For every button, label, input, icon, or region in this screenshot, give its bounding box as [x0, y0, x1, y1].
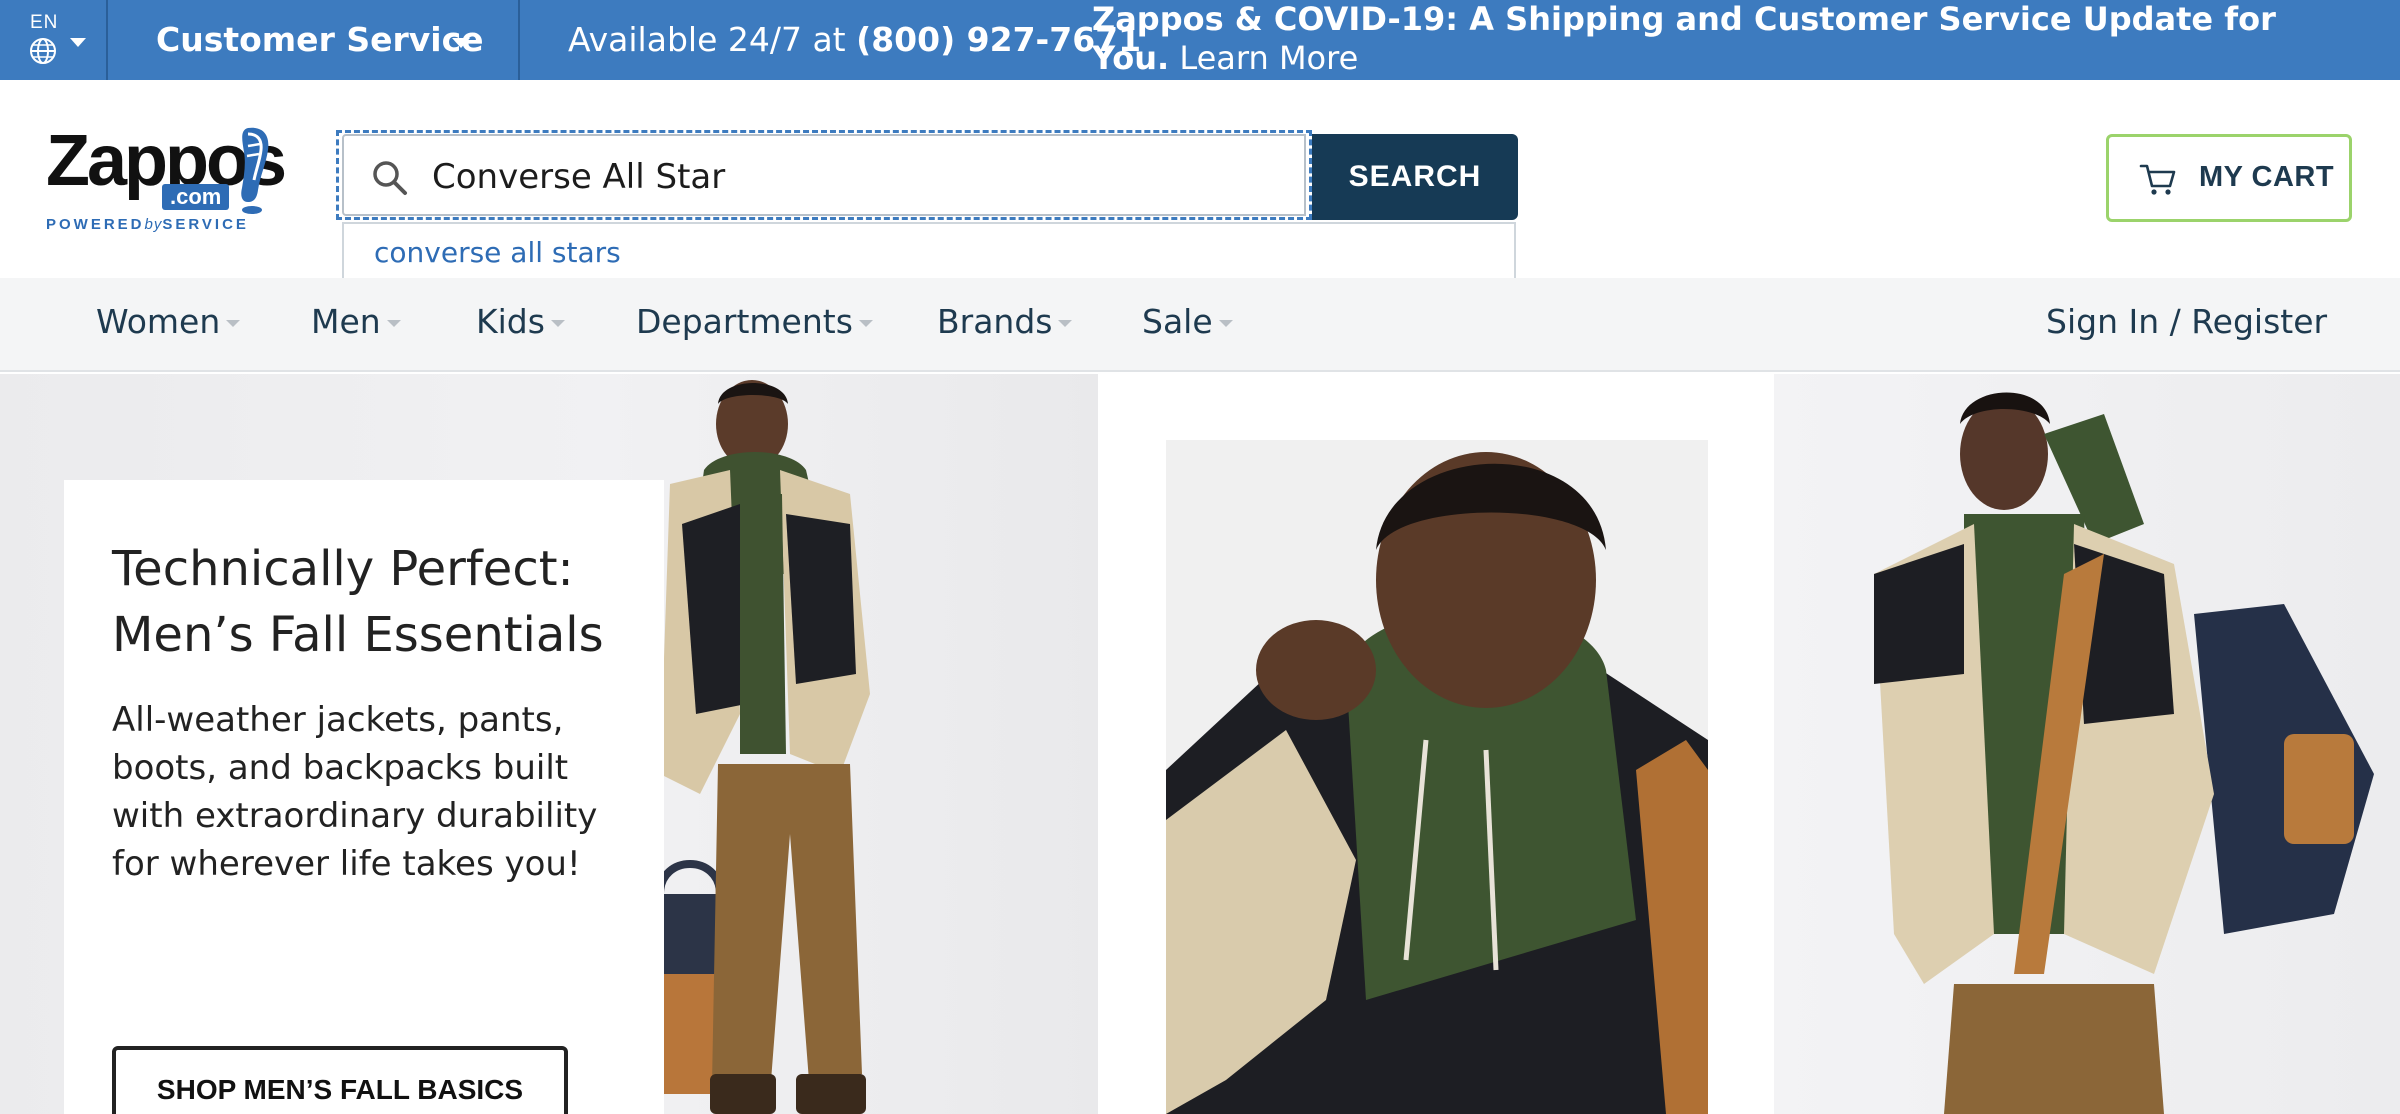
globe-icon: [30, 38, 56, 64]
main-nav: Women Men Kids Departments Brands Sale S…: [0, 278, 2400, 372]
shoe-icon: [241, 127, 269, 214]
nav-item-brands[interactable]: Brands: [937, 302, 1073, 341]
nav-item-departments[interactable]: Departments: [636, 302, 873, 341]
search-icon: [373, 161, 407, 195]
nav-item-women[interactable]: Women: [96, 302, 241, 341]
nav-item-men[interactable]: Men: [311, 302, 401, 341]
chevron-down-icon: [1058, 320, 1073, 327]
covid-banner[interactable]: Zappos & COVID-19: A Shipping and Custom…: [1092, 0, 2332, 78]
hero-banner: Technically Perfect: Men’s Fall Essentia…: [0, 374, 2400, 1114]
hero-panel-right: [1774, 374, 2400, 1114]
nav-item-kids[interactable]: Kids: [476, 302, 565, 341]
chevron-down-icon: [226, 320, 241, 327]
my-cart-label: MY CART: [2199, 161, 2335, 193]
chevron-down-icon: [550, 320, 565, 327]
customer-service-menu[interactable]: Customer Service: [108, 0, 520, 80]
chevron-down-icon: [452, 38, 470, 48]
chevron-down-icon: [858, 320, 873, 327]
hero-panel-center: [1098, 374, 1774, 1114]
model-closeup-image[interactable]: [1166, 440, 1708, 1114]
promo-body: All-weather jackets, pants, boots, and b…: [112, 700, 598, 884]
site-header: Zappos .com POWEREDbySERVICE SEARCH conv…: [0, 80, 2400, 284]
nav-item-sale[interactable]: Sale: [1142, 302, 1233, 341]
learn-more-link[interactable]: Learn More: [1179, 39, 1358, 77]
zappos-logo[interactable]: Zappos .com POWEREDbySERVICE: [44, 121, 287, 274]
chevron-down-icon: [1218, 320, 1233, 327]
top-bar: EN Customer Service Available 24/7 at (8…: [0, 0, 2400, 80]
shop-mens-fall-basics-button[interactable]: SHOP MEN’S FALL BASICS: [112, 1046, 568, 1114]
search-box[interactable]: [342, 134, 1306, 216]
promo-card: Technically Perfect: Men’s Fall Essentia…: [64, 480, 664, 1114]
model-backpack-image[interactable]: [1814, 374, 2400, 1114]
search-suggestions: converse all stars: [342, 222, 1516, 284]
search-button[interactable]: SEARCH: [1312, 134, 1518, 220]
logo-com-badge: .com: [162, 184, 230, 210]
chevron-down-icon: [386, 320, 401, 327]
availability-prefix: Available 24/7 at: [568, 20, 846, 59]
customer-service-label: Customer Service: [156, 20, 484, 59]
sign-in-register-link[interactable]: Sign In / Register: [2046, 302, 2327, 341]
promo-title: Technically Perfect: Men’s Fall Essentia…: [112, 541, 604, 663]
logo-tagline: POWEREDbySERVICE: [46, 216, 249, 233]
hero-panel-left: Technically Perfect: Men’s Fall Essentia…: [0, 374, 1098, 1114]
search-input[interactable]: [432, 152, 1292, 202]
cart-icon: [2139, 164, 2176, 195]
language-selector[interactable]: EN: [0, 0, 108, 80]
availability-text: Available 24/7 at (800) 927-7671: [568, 20, 1141, 59]
language-code: EN: [30, 12, 59, 33]
chevron-down-icon: [70, 38, 86, 47]
search-suggestion-item[interactable]: converse all stars: [374, 236, 621, 269]
my-cart-button[interactable]: MY CART: [2106, 134, 2352, 222]
